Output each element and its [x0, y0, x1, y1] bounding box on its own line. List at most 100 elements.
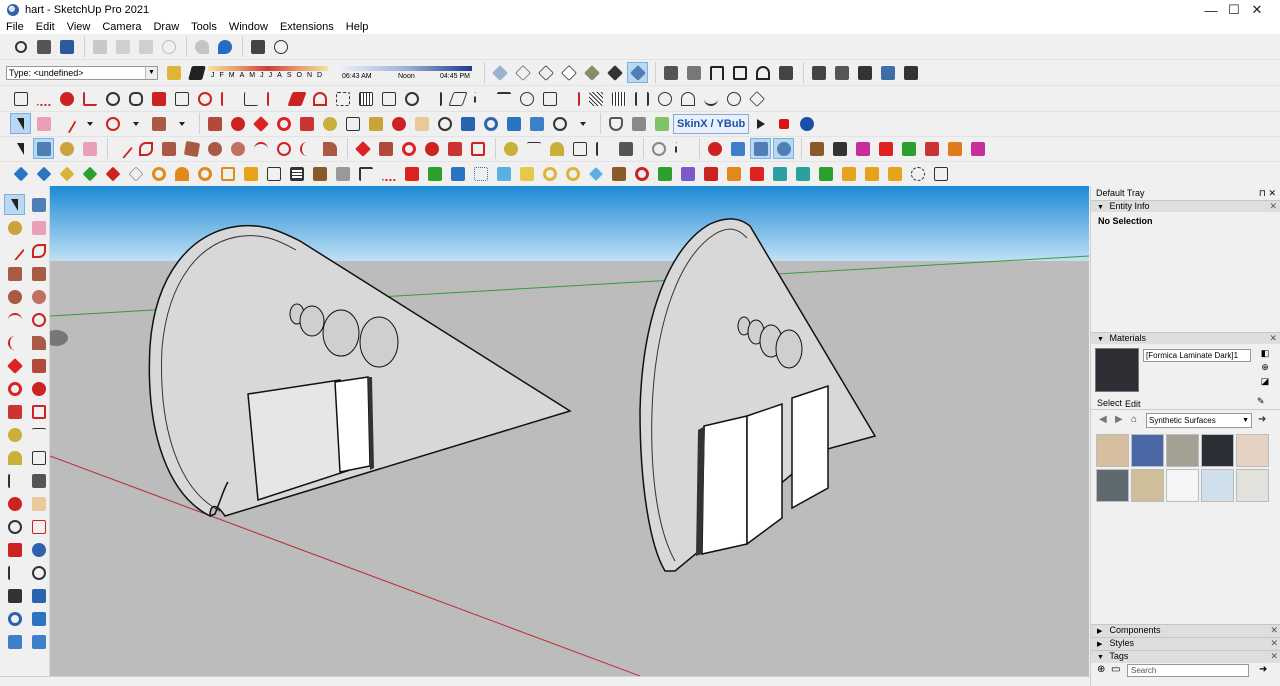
follow-me-icon[interactable] [227, 113, 248, 134]
top-view-icon[interactable] [683, 62, 704, 83]
3d-text-icon[interactable] [615, 138, 636, 159]
plugin-15-icon[interactable] [332, 163, 353, 184]
joint-push-pull-icon[interactable] [171, 88, 192, 109]
warehouse-icon[interactable] [480, 113, 501, 134]
save-icon[interactable] [56, 36, 77, 57]
rect-tool-icon[interactable] [158, 138, 179, 159]
menu-draw[interactable]: Draw [147, 21, 185, 33]
fence-icon[interactable] [562, 88, 583, 109]
forward-arrow-icon[interactable]: ▶ [1115, 414, 1123, 425]
plugin-11-icon[interactable] [240, 163, 261, 184]
select-icon[interactable] [10, 113, 31, 134]
home-icon[interactable]: ⌂ [1131, 414, 1137, 425]
left-arc2-icon[interactable] [28, 309, 49, 330]
plugin-13-icon[interactable] [286, 163, 307, 184]
lattice-icon[interactable] [378, 88, 399, 109]
left-warehouse-icon[interactable] [4, 608, 25, 629]
3d-viewport[interactable] [50, 186, 1089, 676]
plugin-36-icon[interactable] [815, 163, 836, 184]
lines-to-tubes-icon[interactable] [286, 88, 307, 109]
menu-help[interactable]: Help [340, 21, 375, 33]
back-arrow-icon[interactable]: ◀ [1099, 414, 1107, 425]
plugin-37-icon[interactable] [838, 163, 859, 184]
add-detail-icon[interactable] [875, 138, 896, 159]
iso-view-icon[interactable] [660, 62, 681, 83]
front-view-icon[interactable] [706, 62, 727, 83]
scale-tool-icon[interactable] [444, 138, 465, 159]
tray-pin-close-icon[interactable]: ⊓ ✕ [1259, 186, 1276, 200]
left-component-icon[interactable] [28, 194, 49, 215]
close-icon[interactable]: ✕ [1270, 638, 1278, 649]
plugin-1-icon[interactable] [10, 163, 31, 184]
plugin-41-icon[interactable] [930, 163, 951, 184]
material-swatch[interactable] [1201, 469, 1234, 502]
section-display-icon[interactable] [877, 62, 898, 83]
close-icon[interactable]: ✕ [1270, 651, 1278, 662]
profile-dropdown-icon[interactable] [572, 113, 593, 134]
hatch-icon[interactable] [585, 88, 606, 109]
plugin-25-icon[interactable] [562, 163, 583, 184]
plugin-29-icon[interactable] [654, 163, 675, 184]
freehand-icon[interactable] [135, 138, 156, 159]
plugin-14-icon[interactable] [309, 163, 330, 184]
question-icon[interactable] [796, 113, 817, 134]
plugin-39-icon[interactable] [884, 163, 905, 184]
left-rotate-icon[interactable] [4, 378, 25, 399]
follow-me-tool-icon[interactable] [421, 138, 442, 159]
grid-icon[interactable] [355, 88, 376, 109]
material-swatch[interactable] [1131, 434, 1164, 467]
left-arc3-icon[interactable] [4, 332, 25, 353]
undo-icon[interactable] [191, 36, 212, 57]
current-material-swatch[interactable] [1095, 348, 1139, 392]
arc-tool-icon[interactable] [250, 138, 271, 159]
send-to-layout-icon[interactable] [526, 113, 547, 134]
create-material-icon[interactable]: ⊕ [1259, 362, 1271, 374]
push-pull-icon[interactable] [204, 113, 225, 134]
left-pan-icon[interactable] [28, 493, 49, 514]
styles-header[interactable]: ▶ Styles ✕ [1091, 637, 1280, 650]
plugin-22-icon[interactable] [493, 163, 514, 184]
solid-tools-icon[interactable] [628, 113, 649, 134]
left-orbit-icon[interactable] [4, 493, 25, 514]
menu-extensions[interactable]: Extensions [274, 21, 340, 33]
plugin-6-icon[interactable] [125, 163, 146, 184]
rectangle-icon[interactable] [148, 113, 169, 134]
left-follow-me-icon[interactable] [28, 378, 49, 399]
left-move-icon[interactable] [4, 355, 25, 376]
tags-search-input[interactable]: Search [1127, 664, 1249, 677]
plugin-32-icon[interactable] [723, 163, 744, 184]
left-scale-icon[interactable] [4, 401, 25, 422]
arc3-icon[interactable] [296, 138, 317, 159]
plugin-31-icon[interactable] [700, 163, 721, 184]
left-layout-icon[interactable] [4, 631, 25, 652]
material-swatch[interactable] [1131, 469, 1164, 502]
plugin-35-icon[interactable] [792, 163, 813, 184]
close-button[interactable]: ✕ [1234, 0, 1280, 20]
left-line-icon[interactable] [4, 240, 25, 261]
arrow-tool-icon[interactable] [493, 88, 514, 109]
copy-icon[interactable] [112, 36, 133, 57]
left-extension-icon[interactable] [28, 608, 49, 629]
wave-icon[interactable] [700, 88, 721, 109]
arc-dropdown-icon[interactable] [125, 113, 146, 134]
orbit-icon[interactable] [388, 113, 409, 134]
plugin-12-icon[interactable] [263, 163, 284, 184]
plugin-5-icon[interactable] [102, 163, 123, 184]
plugin-40-icon[interactable] [907, 163, 928, 184]
model-info-icon[interactable] [270, 36, 291, 57]
eraser-icon[interactable] [33, 113, 54, 134]
classifier-icon[interactable] [163, 62, 184, 83]
plugin-34-icon[interactable] [769, 163, 790, 184]
text-icon[interactable] [569, 138, 590, 159]
extension-warehouse-icon[interactable] [503, 113, 524, 134]
columns-icon[interactable] [631, 88, 652, 109]
menu-view[interactable]: View [61, 21, 97, 33]
menu-window[interactable]: Window [223, 21, 274, 33]
open-icon[interactable] [33, 36, 54, 57]
shaded-textures-icon[interactable] [604, 62, 625, 83]
dimension-icon[interactable] [523, 138, 544, 159]
left-view-icon[interactable] [775, 62, 796, 83]
details-arrow-icon[interactable]: ➜ [1258, 414, 1266, 425]
plugin-7-icon[interactable] [148, 163, 169, 184]
plugin-33-icon[interactable] [746, 163, 767, 184]
